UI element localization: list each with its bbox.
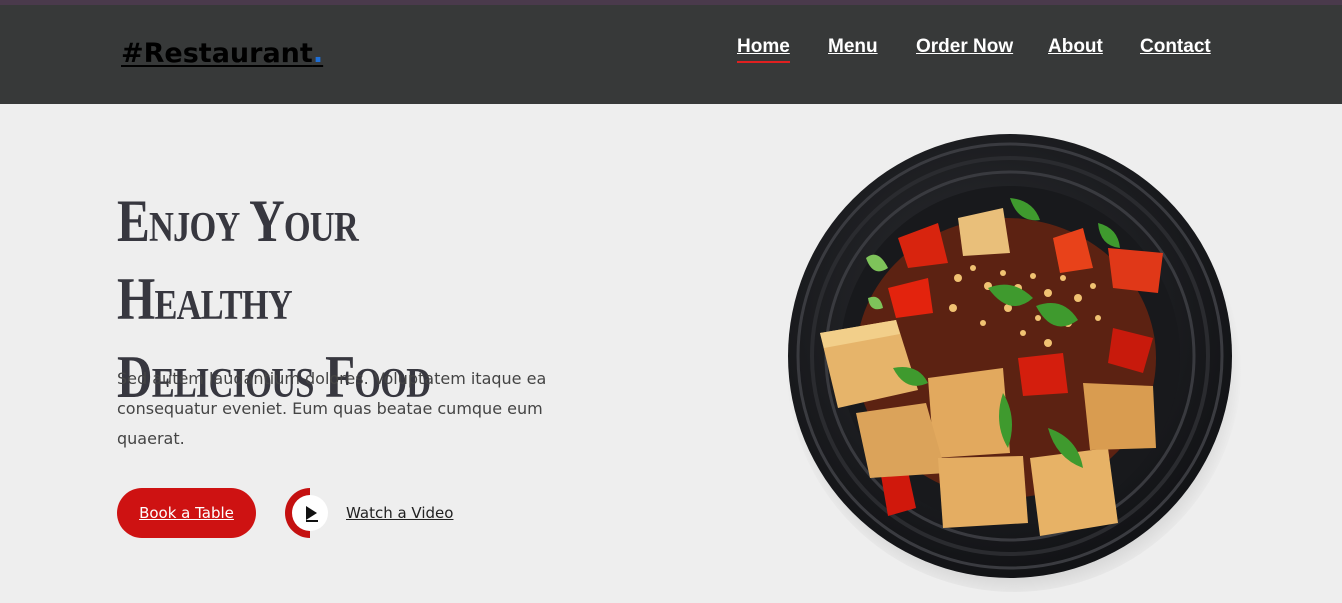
hero-title-line1: Enjoy Your Healthy — [117, 188, 359, 332]
nav-order-now[interactable]: Order Now — [916, 36, 1013, 58]
play-icon-underline — [306, 520, 318, 522]
watch-video-link[interactable]: Watch a Video — [285, 488, 453, 538]
play-icon — [306, 506, 317, 520]
plate-illustration — [786, 134, 1242, 592]
nav-about[interactable]: About — [1048, 36, 1103, 58]
book-table-button[interactable]: Book a Table — [117, 488, 256, 538]
play-button-inner — [292, 495, 328, 531]
nav-menu[interactable]: Menu — [828, 36, 878, 58]
nav-contact[interactable]: Contact — [1140, 36, 1211, 58]
watch-video-label[interactable]: Watch a Video — [346, 504, 453, 522]
site-logo[interactable]: #Restaurant. — [121, 38, 323, 69]
hero-food-image — [778, 128, 1242, 592]
play-button[interactable] — [285, 488, 335, 538]
hero-description: Sed autem laudantium dolores. Voluptatem… — [117, 369, 547, 448]
nav-home[interactable]: Home — [737, 36, 790, 63]
site-header: #Restaurant. Home Menu Order Now About C… — [0, 5, 1342, 104]
logo-dot: . — [312, 38, 324, 69]
logo-text: #Restaurant — [121, 38, 313, 69]
